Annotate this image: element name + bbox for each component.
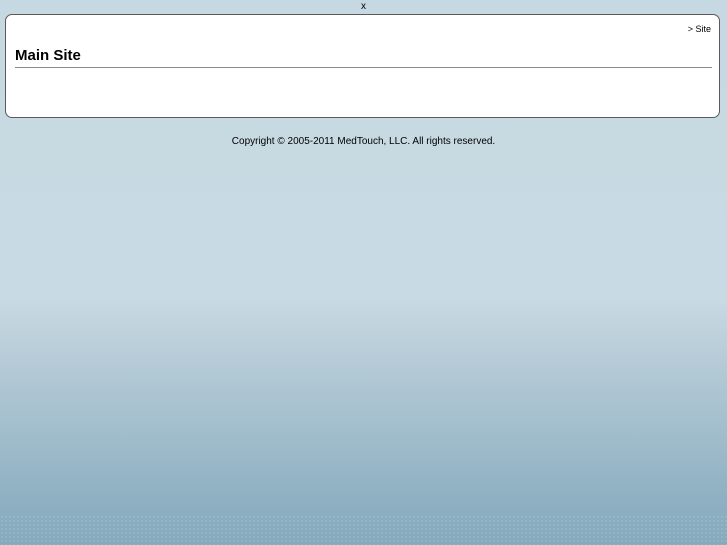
content-panel: > Site Main Site	[5, 14, 720, 118]
close-button[interactable]: x	[0, 1, 727, 13]
breadcrumb-link-site[interactable]: Site	[695, 24, 711, 34]
background-dot-pattern	[0, 515, 727, 545]
footer-copyright: Copyright © 2005-2011 MedTouch, LLC. All…	[231, 136, 496, 147]
title-divider	[15, 67, 712, 68]
page-title: Main Site	[15, 47, 81, 64]
breadcrumb: > Site	[688, 24, 711, 34]
